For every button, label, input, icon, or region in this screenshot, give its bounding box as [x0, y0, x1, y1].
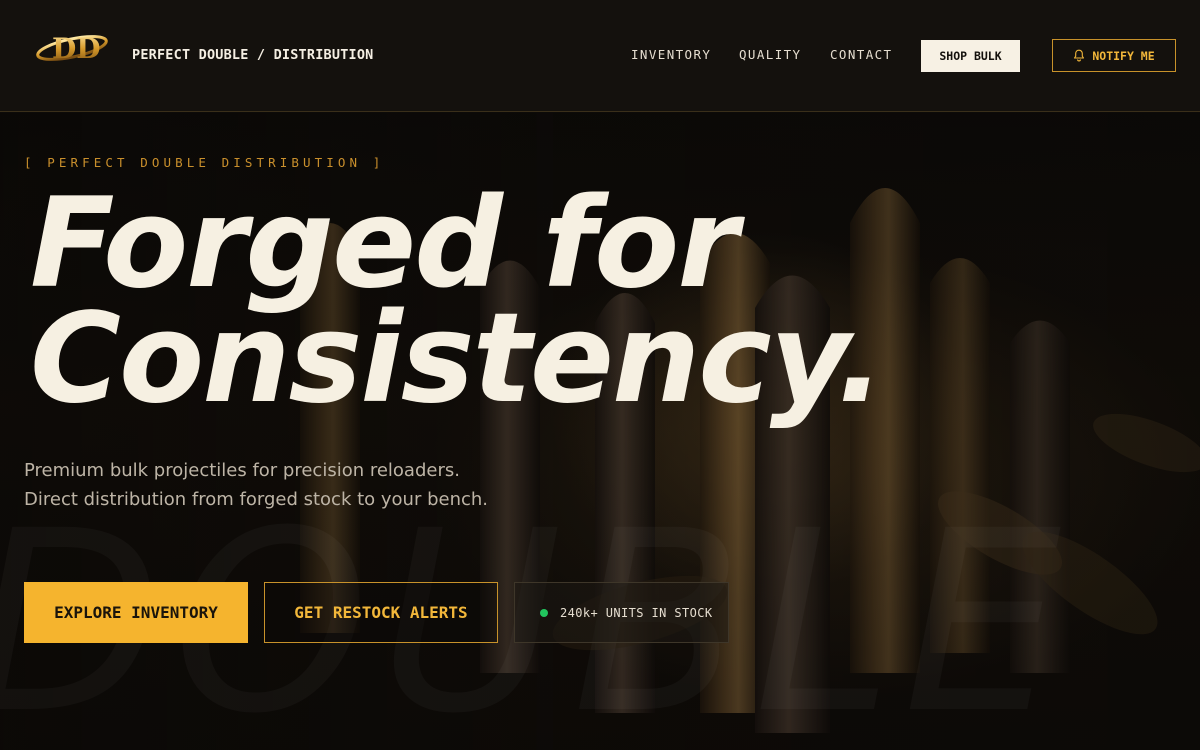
hero-section: DOUBLE [ PERFECT DOUBLE DISTRIBUTION ] F…: [0, 113, 1200, 750]
bell-icon: [1074, 49, 1085, 62]
restock-alerts-button[interactable]: GET RESTOCK ALERTS: [264, 582, 498, 643]
headline-line-2: Consistency.: [30, 287, 884, 431]
brand-name[interactable]: PERFECT DOUBLE / DISTRIBUTION: [132, 47, 374, 63]
stock-status-badge: 240k+ UNITS IN STOCK: [514, 582, 729, 643]
explore-inventory-button[interactable]: EXPLORE INVENTORY: [24, 582, 248, 643]
headline-line-1: Forged for: [30, 172, 739, 316]
notify-me-button[interactable]: NOTIFY ME: [1052, 39, 1176, 72]
site-header: DD PERFECT DOUBLE / DISTRIBUTION INVENTO…: [0, 0, 1200, 112]
stock-status-text: 240k+ UNITS IN STOCK: [560, 605, 713, 620]
notify-me-label: NOTIFY ME: [1092, 48, 1155, 63]
nav-quality[interactable]: QUALITY: [739, 47, 801, 62]
svg-text:DD: DD: [52, 32, 101, 65]
hero-headline: Forged for Consistency.: [30, 172, 884, 431]
nav-inventory[interactable]: INVENTORY: [631, 47, 711, 62]
shop-bulk-button[interactable]: SHOP BULK: [921, 40, 1020, 72]
brand-logo[interactable]: DD: [34, 26, 110, 68]
hero-subtitle: Premium bulk projectiles for precision r…: [24, 460, 489, 510]
hero-eyebrow: [ PERFECT DOUBLE DISTRIBUTION ]: [24, 155, 385, 170]
status-dot-icon: [540, 608, 548, 617]
nav-contact[interactable]: CONTACT: [830, 47, 892, 62]
